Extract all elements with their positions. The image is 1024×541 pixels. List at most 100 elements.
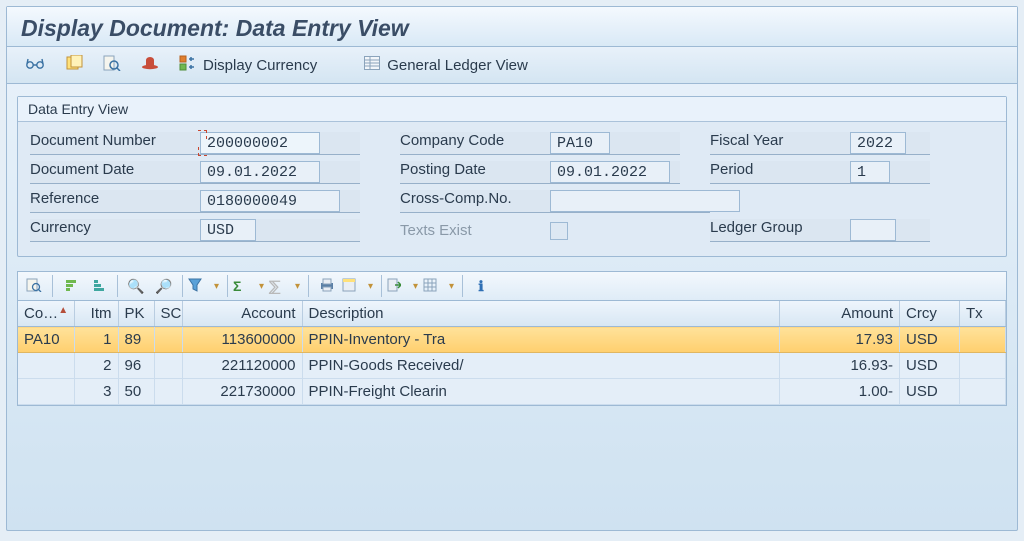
data-entry-view-group: Data Entry View Document Number 20000000… <box>17 96 1007 257</box>
subtotal-icon: ⅀ <box>269 278 280 295</box>
ledger-group-field[interactable] <box>850 219 896 241</box>
find-button[interactable]: 🔍 <box>122 274 150 298</box>
display-currency-button[interactable]: Display Currency <box>173 53 323 77</box>
cell-pk[interactable]: 89 <box>118 327 154 353</box>
table-row[interactable]: 296 221120000PPIN-Goods Received/16.93-US… <box>18 353 1006 379</box>
general-ledger-view-button[interactable]: General Ledger View <box>357 53 534 77</box>
label-period: Period <box>710 161 850 184</box>
dropdown-arrow-icon: ▾ <box>295 281 303 292</box>
export-icon <box>387 278 401 295</box>
window-frame: Display Document: Data Entry View <box>6 6 1018 531</box>
search-button[interactable] <box>97 53 127 77</box>
label-cross-comp: Cross-Comp.No. <box>400 190 550 213</box>
app-toolbar: Display Currency General Ledger View <box>7 47 1017 84</box>
binoculars-plus-icon: 🔎 <box>155 278 172 295</box>
col-description[interactable]: Description <box>302 301 780 327</box>
detail-icon <box>26 278 42 295</box>
reference-field[interactable]: 0180000049 <box>200 190 340 212</box>
document-date-field[interactable]: 09.01.2022 <box>200 161 320 183</box>
layout-button[interactable]: ▾ <box>422 274 458 298</box>
cell-description[interactable]: PPIN-Freight Clearin <box>302 379 780 405</box>
view-icon <box>342 278 356 295</box>
col-itm[interactable]: Itm <box>74 301 118 327</box>
cell-account[interactable]: 113600000 <box>182 327 302 353</box>
cell-crcy[interactable]: USD <box>900 353 960 379</box>
currency-icon <box>179 55 197 75</box>
general-ledger-view-label: General Ledger View <box>387 57 528 74</box>
cell-amount[interactable]: 16.93- <box>780 353 900 379</box>
col-co[interactable]: Co…▲ <box>18 301 74 327</box>
currency-field[interactable]: USD <box>200 219 256 241</box>
col-sc[interactable]: SC <box>154 301 182 327</box>
sum-button[interactable]: Σ▾ <box>232 274 268 298</box>
glasses-icon <box>25 56 45 74</box>
cell-description[interactable]: PPIN-Goods Received/ <box>302 353 780 379</box>
cell-co[interactable] <box>18 353 74 379</box>
sort-asc-button[interactable] <box>57 274 85 298</box>
grid-header-row[interactable]: Co…▲ Itm PK SC Account Description Amoun… <box>18 301 1006 327</box>
cell-itm[interactable]: 1 <box>74 327 118 353</box>
texts-exist-checkbox[interactable] <box>550 222 568 240</box>
dropdown-arrow-icon: ▾ <box>449 281 457 292</box>
cell-co[interactable]: PA10 <box>18 327 74 353</box>
cell-sc[interactable] <box>154 379 182 405</box>
find-next-button[interactable]: 🔎 <box>150 274 178 298</box>
cell-sc[interactable] <box>154 327 182 353</box>
print-icon <box>319 278 335 295</box>
export-button[interactable]: ▾ <box>386 274 422 298</box>
table-row[interactable]: 350 221730000PPIN-Freight Clearin1.00-USD <box>18 379 1006 405</box>
label-texts-exist: Texts Exist <box>400 222 550 239</box>
cell-tx[interactable] <box>960 327 1006 353</box>
label-reference: Reference <box>30 190 200 213</box>
line-items-grid[interactable]: Co…▲ Itm PK SC Account Description Amoun… <box>17 301 1007 406</box>
print-button[interactable] <box>313 274 341 298</box>
cell-sc[interactable] <box>154 353 182 379</box>
cell-tx[interactable] <box>960 379 1006 405</box>
tax-button[interactable] <box>135 54 165 76</box>
filter-button[interactable]: ▾ <box>187 274 223 298</box>
sort-desc-icon <box>91 278 107 295</box>
dropdown-arrow-icon: ▾ <box>259 281 267 292</box>
hat-icon <box>141 56 159 74</box>
table-row[interactable]: PA10189 113600000PPIN-Inventory - Tra17.9… <box>18 327 1006 353</box>
label-ledger-group: Ledger Group <box>710 219 850 242</box>
info-button[interactable]: ℹ <box>467 274 495 298</box>
document-number-field[interactable]: 200000002 <box>200 132 320 154</box>
details-button[interactable] <box>20 274 48 298</box>
fiscal-year-field[interactable]: 2022 <box>850 132 906 154</box>
note-icon <box>65 55 83 75</box>
col-tx[interactable]: Tx <box>960 301 1006 327</box>
cell-itm[interactable]: 3 <box>74 379 118 405</box>
cell-account[interactable]: 221120000 <box>182 353 302 379</box>
col-account[interactable]: Account <box>182 301 302 327</box>
sort-desc-button[interactable] <box>85 274 113 298</box>
cell-crcy[interactable]: USD <box>900 327 960 353</box>
filter-icon <box>188 278 202 295</box>
col-crcy[interactable]: Crcy <box>900 301 960 327</box>
period-field[interactable]: 1 <box>850 161 890 183</box>
info-icon: ℹ <box>478 278 483 295</box>
services-button[interactable] <box>59 53 89 77</box>
cell-crcy[interactable]: USD <box>900 379 960 405</box>
cross-comp-field[interactable] <box>550 190 740 212</box>
label-document-date: Document Date <box>30 161 200 184</box>
cell-description[interactable]: PPIN-Inventory - Tra <box>302 327 780 353</box>
dropdown-arrow-icon: ▾ <box>214 281 222 292</box>
sort-indicator-icon: ▲ <box>58 305 68 316</box>
subtotal-button[interactable]: ⅀▾ <box>268 274 304 298</box>
cell-tx[interactable] <box>960 353 1006 379</box>
cell-itm[interactable]: 2 <box>74 353 118 379</box>
company-code-field[interactable]: PA10 <box>550 132 610 154</box>
col-amount[interactable]: Amount <box>780 301 900 327</box>
view-button[interactable]: ▾ <box>341 274 377 298</box>
col-pk[interactable]: PK <box>118 301 154 327</box>
cell-co[interactable] <box>18 379 74 405</box>
cell-pk[interactable]: 50 <box>118 379 154 405</box>
group-title: Data Entry View <box>18 97 1006 122</box>
posting-date-field[interactable]: 09.01.2022 <box>550 161 670 183</box>
cell-amount[interactable]: 17.93 <box>780 327 900 353</box>
cell-pk[interactable]: 96 <box>118 353 154 379</box>
cell-account[interactable]: 221730000 <box>182 379 302 405</box>
cell-amount[interactable]: 1.00- <box>780 379 900 405</box>
glasses-button[interactable] <box>19 54 51 76</box>
